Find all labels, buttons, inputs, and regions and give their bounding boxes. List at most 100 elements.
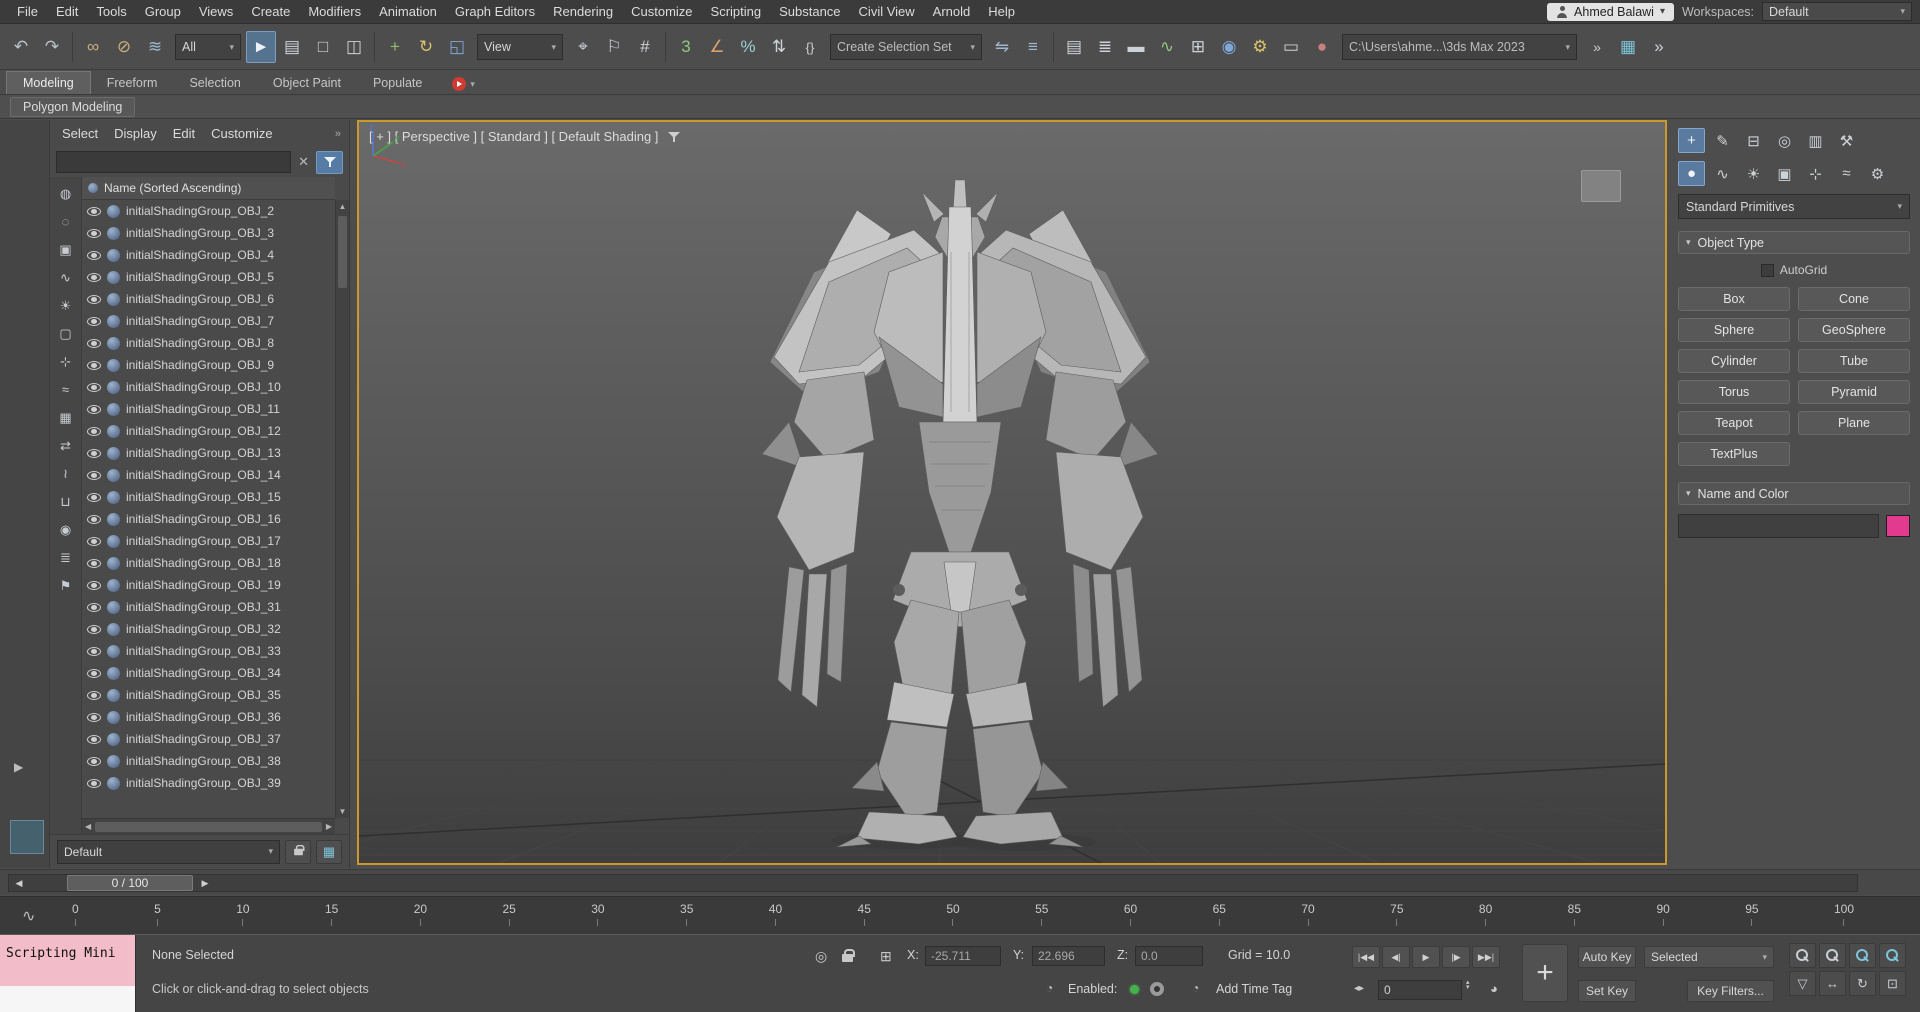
- menu-item[interactable]: Help: [979, 1, 1024, 22]
- explorer-menu-item[interactable]: Customize: [203, 123, 280, 144]
- pyramid-button[interactable]: Pyramid: [1798, 380, 1910, 404]
- menu-item[interactable]: Scripting: [702, 1, 771, 22]
- list-item[interactable]: initialShadingGroup_OBJ_14: [82, 464, 335, 486]
- menu-item[interactable]: Group: [136, 1, 190, 22]
- select-and-manipulate-icon[interactable]: ⚐: [599, 31, 629, 63]
- y-coordinate-field[interactable]: 22.696: [1032, 946, 1105, 966]
- snaps-toggle-icon[interactable]: 3: [671, 31, 701, 63]
- visibility-eye-icon[interactable]: [87, 779, 101, 788]
- lock-cell-editing-icon[interactable]: [285, 840, 311, 864]
- scroll-up-icon[interactable]: ▲: [336, 202, 349, 211]
- track-bar[interactable]: ∿ 05101520253035404550556065707580859095…: [0, 896, 1920, 934]
- visibility-eye-icon[interactable]: [87, 295, 101, 304]
- angle-snap-icon[interactable]: ∠: [702, 31, 732, 63]
- menu-item[interactable]: Customize: [622, 1, 701, 22]
- display-materials-icon[interactable]: ◉: [55, 519, 77, 540]
- bind-to-space-warp-icon[interactable]: ≋: [140, 31, 170, 63]
- name-column-header[interactable]: Name (Sorted Ascending): [82, 177, 335, 200]
- viewport-filter-icon[interactable]: [668, 131, 680, 143]
- list-item[interactable]: initialShadingGroup_OBJ_9: [82, 354, 335, 376]
- orbit-icon[interactable]: ↻: [1849, 971, 1876, 996]
- render-setup-icon[interactable]: ⚙: [1245, 31, 1275, 63]
- clear-search-icon[interactable]: ✕: [295, 154, 312, 170]
- list-item[interactable]: initialShadingGroup_OBJ_35: [82, 684, 335, 706]
- modify-tab[interactable]: ✎: [1709, 128, 1736, 153]
- explorer-preset-dropdown[interactable]: Default ▾: [57, 840, 280, 864]
- polygon-modeling-panel-button[interactable]: Polygon Modeling: [10, 97, 135, 117]
- list-item[interactable]: initialShadingGroup_OBJ_4: [82, 244, 335, 266]
- helpers-category-icon[interactable]: ⊹: [1802, 161, 1829, 186]
- list-item[interactable]: initialShadingGroup_OBJ_18: [82, 552, 335, 574]
- display-none-icon[interactable]: ◌: [55, 211, 77, 232]
- tab-populate[interactable]: Populate: [357, 72, 438, 94]
- toggle-layer-explorer-icon[interactable]: ≣: [1090, 31, 1120, 63]
- display-layers-icon[interactable]: ≣: [55, 547, 77, 568]
- time-step-forward-button[interactable]: ▶: [197, 876, 213, 890]
- zoom-all-icon[interactable]: [1819, 943, 1846, 968]
- primitives-category-dropdown[interactable]: Standard Primitives ▾: [1678, 194, 1910, 219]
- auto-key-button[interactable]: Auto Key: [1578, 946, 1636, 968]
- menu-item[interactable]: Civil View: [850, 1, 924, 22]
- selected-set-dropdown[interactable]: Selected ▾: [1644, 946, 1774, 968]
- menu-item[interactable]: Substance: [770, 1, 849, 22]
- sync-selection-icon[interactable]: ▦: [316, 840, 342, 864]
- visibility-eye-icon[interactable]: [87, 471, 101, 480]
- scroll-down-icon[interactable]: ▼: [336, 807, 349, 816]
- window-crossing-icon[interactable]: ◫: [339, 31, 369, 63]
- time-step-back-button[interactable]: ◀: [11, 876, 27, 890]
- frame-nudge-icons[interactable]: ◂▸: [1354, 983, 1364, 994]
- frame-spinner[interactable]: ▴▾: [1466, 980, 1470, 990]
- teapot-button[interactable]: Teapot: [1678, 411, 1790, 435]
- tab-selection[interactable]: Selection: [173, 72, 256, 94]
- autogrid-checkbox[interactable]: [1761, 264, 1774, 277]
- visibility-eye-icon[interactable]: [87, 603, 101, 612]
- visibility-eye-icon[interactable]: [87, 625, 101, 634]
- menu-item[interactable]: Arnold: [924, 1, 980, 22]
- textplus-button[interactable]: TextPlus: [1678, 442, 1790, 466]
- visibility-eye-icon[interactable]: [87, 515, 101, 524]
- object-type-rollout-header[interactable]: ▾ Object Type: [1678, 231, 1910, 254]
- listener-pane[interactable]: [0, 986, 135, 1012]
- shared-views-icon[interactable]: ▦: [1613, 31, 1643, 63]
- add-time-tag-button[interactable]: Add Time Tag: [1216, 982, 1292, 996]
- visibility-eye-icon[interactable]: [87, 207, 101, 216]
- list-item[interactable]: initialShadingGroup_OBJ_12: [82, 420, 335, 442]
- rendered-frame-window-icon[interactable]: ▭: [1276, 31, 1306, 63]
- spinner-snap-icon[interactable]: ⇅: [764, 31, 794, 63]
- select-and-move-icon[interactable]: +: [380, 31, 410, 63]
- plane-button[interactable]: Plane: [1798, 411, 1910, 435]
- visibility-eye-icon[interactable]: [87, 339, 101, 348]
- create-key-button[interactable]: +: [1522, 944, 1568, 1002]
- visibility-eye-icon[interactable]: [87, 735, 101, 744]
- visibility-eye-icon[interactable]: [87, 405, 101, 414]
- workspace-dropdown[interactable]: Default ▾: [1762, 2, 1912, 21]
- edit-named-selection-sets-icon[interactable]: {}: [795, 31, 825, 63]
- list-item[interactable]: initialShadingGroup_OBJ_17: [82, 530, 335, 552]
- explorer-menu-item[interactable]: Display: [106, 123, 165, 144]
- rectangular-selection-region-icon[interactable]: □: [308, 31, 338, 63]
- visibility-eye-icon[interactable]: [87, 581, 101, 590]
- menu-item[interactable]: Tools: [87, 1, 135, 22]
- display-geometry-icon[interactable]: ▣: [55, 239, 77, 260]
- shapes-category-icon[interactable]: ∿: [1709, 161, 1736, 186]
- list-item[interactable]: initialShadingGroup_OBJ_2: [82, 200, 335, 222]
- visibility-eye-icon[interactable]: [87, 691, 101, 700]
- percent-snap-icon[interactable]: %: [733, 31, 763, 63]
- x-coordinate-field[interactable]: -25.711: [925, 946, 1001, 966]
- list-item[interactable]: initialShadingGroup_OBJ_16: [82, 508, 335, 530]
- menu-item[interactable]: Animation: [370, 1, 446, 22]
- isolate-selection-icon[interactable]: ◎: [815, 948, 827, 965]
- motion-tab[interactable]: ◎: [1771, 128, 1798, 153]
- project-path-field[interactable]: C:\Users\ahme...\3ds Max 2023▾: [1342, 34, 1577, 60]
- play-button[interactable]: ▶: [1412, 946, 1440, 968]
- menu-item[interactable]: Rendering: [544, 1, 622, 22]
- viewcube[interactable]: [1581, 170, 1621, 202]
- toggle-ribbon-icon[interactable]: ▬: [1121, 31, 1151, 63]
- menu-item[interactable]: Views: [190, 1, 242, 22]
- list-item[interactable]: initialShadingGroup_OBJ_33: [82, 640, 335, 662]
- geosphere-button[interactable]: GeoSphere: [1798, 318, 1910, 342]
- current-frame-field[interactable]: 0: [1378, 980, 1462, 1000]
- list-item[interactable]: initialShadingGroup_OBJ_15: [82, 486, 335, 508]
- zoom-extents-all-icon[interactable]: [1879, 943, 1906, 968]
- sphere-button[interactable]: Sphere: [1678, 318, 1790, 342]
